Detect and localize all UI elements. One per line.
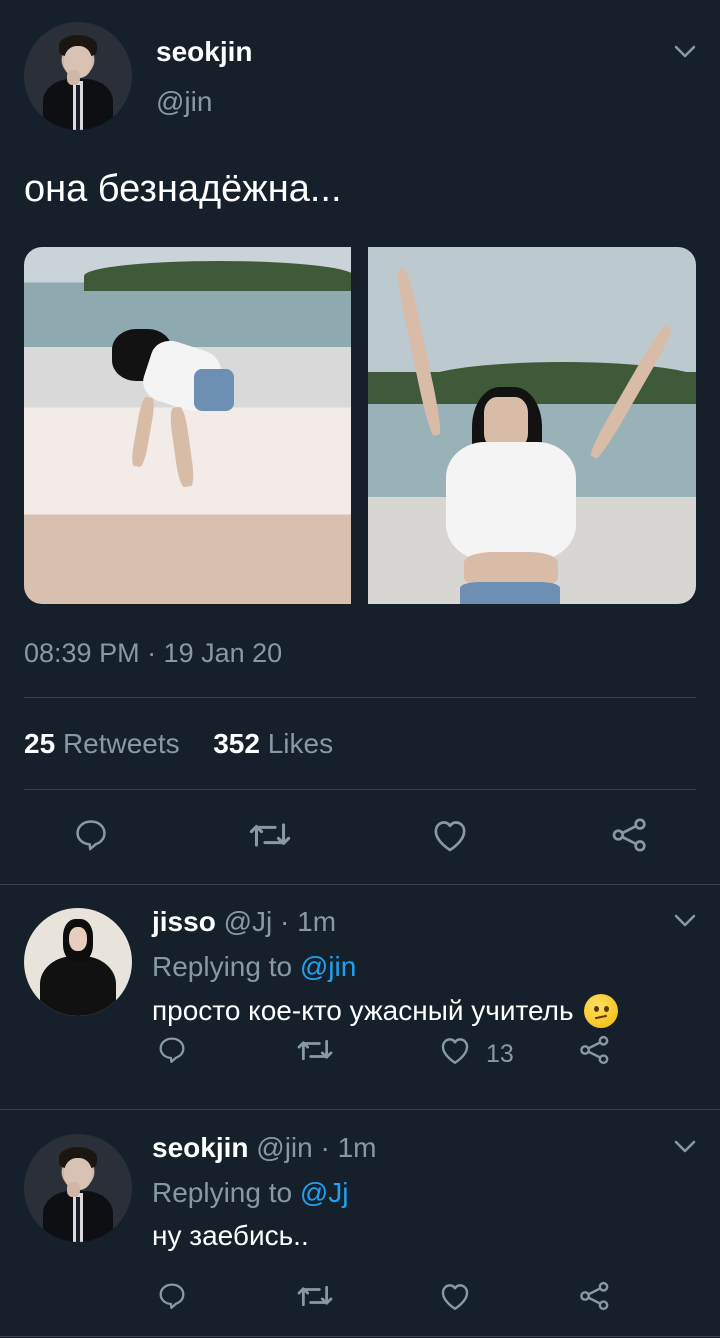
reply-tweet[interactable]: jisso @Jj · 1m Replying to @jin просто к… — [0, 884, 720, 1109]
chevron-down-icon[interactable] — [674, 914, 696, 928]
heart-icon[interactable] — [438, 1280, 472, 1312]
reply-actions — [0, 1280, 720, 1320]
share-icon[interactable] — [610, 816, 650, 854]
avatar[interactable] — [24, 908, 132, 1016]
display-name[interactable]: seokjin — [156, 36, 252, 68]
main-tweet: seokjin @jin она безнадёжна... 08:39 PM … — [0, 0, 720, 884]
share-icon[interactable] — [578, 1034, 612, 1066]
confused-face-emoji — [583, 994, 618, 1028]
reply-actions: 13 — [0, 1034, 720, 1074]
likes-count[interactable]: 352 — [213, 728, 260, 759]
avatar[interactable] — [24, 1134, 132, 1242]
chevron-down-icon[interactable] — [674, 1140, 696, 1154]
reply-tweet[interactable]: seokjin @jin · 1m Replying to @Jj ну зае… — [0, 1110, 720, 1336]
replying-to: Replying to @jin — [152, 951, 356, 983]
replying-prefix: Replying to — [152, 1177, 293, 1208]
mention-link[interactable]: @Jj — [300, 1177, 349, 1208]
display-name[interactable]: jisso — [152, 906, 216, 937]
divider — [24, 789, 696, 790]
replying-prefix: Replying to — [152, 951, 293, 982]
heart-icon[interactable] — [430, 816, 470, 854]
replying-to: Replying to @Jj — [152, 1177, 349, 1209]
reply-icon[interactable] — [156, 1034, 188, 1066]
reply-time: · 1m — [280, 906, 337, 937]
tweet-photo-2[interactable] — [368, 247, 696, 604]
avatar[interactable] — [24, 22, 132, 130]
reply-header: jisso @Jj · 1m — [152, 906, 336, 938]
reply-text-row: просто кое-кто ужасный учитель — [152, 994, 618, 1028]
reply-header: seokjin @jin · 1m — [152, 1132, 376, 1164]
handle[interactable]: @Jj — [224, 906, 273, 937]
reply-time: · 1m — [320, 1132, 377, 1163]
likes-label[interactable]: Likes — [268, 728, 333, 759]
retweet-icon[interactable] — [296, 1280, 334, 1312]
mention-link[interactable]: @jin — [300, 951, 356, 982]
handle[interactable]: @jin — [156, 86, 212, 118]
retweet-icon[interactable] — [248, 816, 292, 854]
reply-text: ну заебись.. — [152, 1220, 309, 1251]
reply-icon[interactable] — [156, 1280, 188, 1312]
retweet-icon[interactable] — [296, 1034, 334, 1066]
tweet-timestamp[interactable]: 08:39 PM · 19 Jan 20 — [24, 638, 282, 669]
chevron-down-icon[interactable] — [674, 45, 696, 59]
tweet-actions — [0, 812, 720, 858]
reply-icon[interactable] — [72, 816, 110, 854]
reply-text: просто кое-кто ужасный учитель — [152, 995, 574, 1026]
retweets-label[interactable]: Retweets — [63, 728, 180, 759]
reply-text-row: ну заебись.. — [152, 1220, 309, 1252]
handle[interactable]: @jin — [256, 1132, 312, 1163]
divider — [0, 1336, 720, 1337]
heart-icon[interactable] — [438, 1034, 472, 1066]
tweet-stats: 25 Retweets 352 Likes — [24, 728, 333, 760]
like-count: 13 — [486, 1040, 514, 1068]
display-name[interactable]: seokjin — [152, 1132, 248, 1163]
divider — [24, 697, 696, 698]
media-grid — [24, 247, 696, 604]
tweet-text: она безнадёжна... — [24, 168, 342, 210]
retweets-count[interactable]: 25 — [24, 728, 55, 759]
share-icon[interactable] — [578, 1280, 612, 1312]
tweet-photo-1[interactable] — [24, 247, 351, 604]
